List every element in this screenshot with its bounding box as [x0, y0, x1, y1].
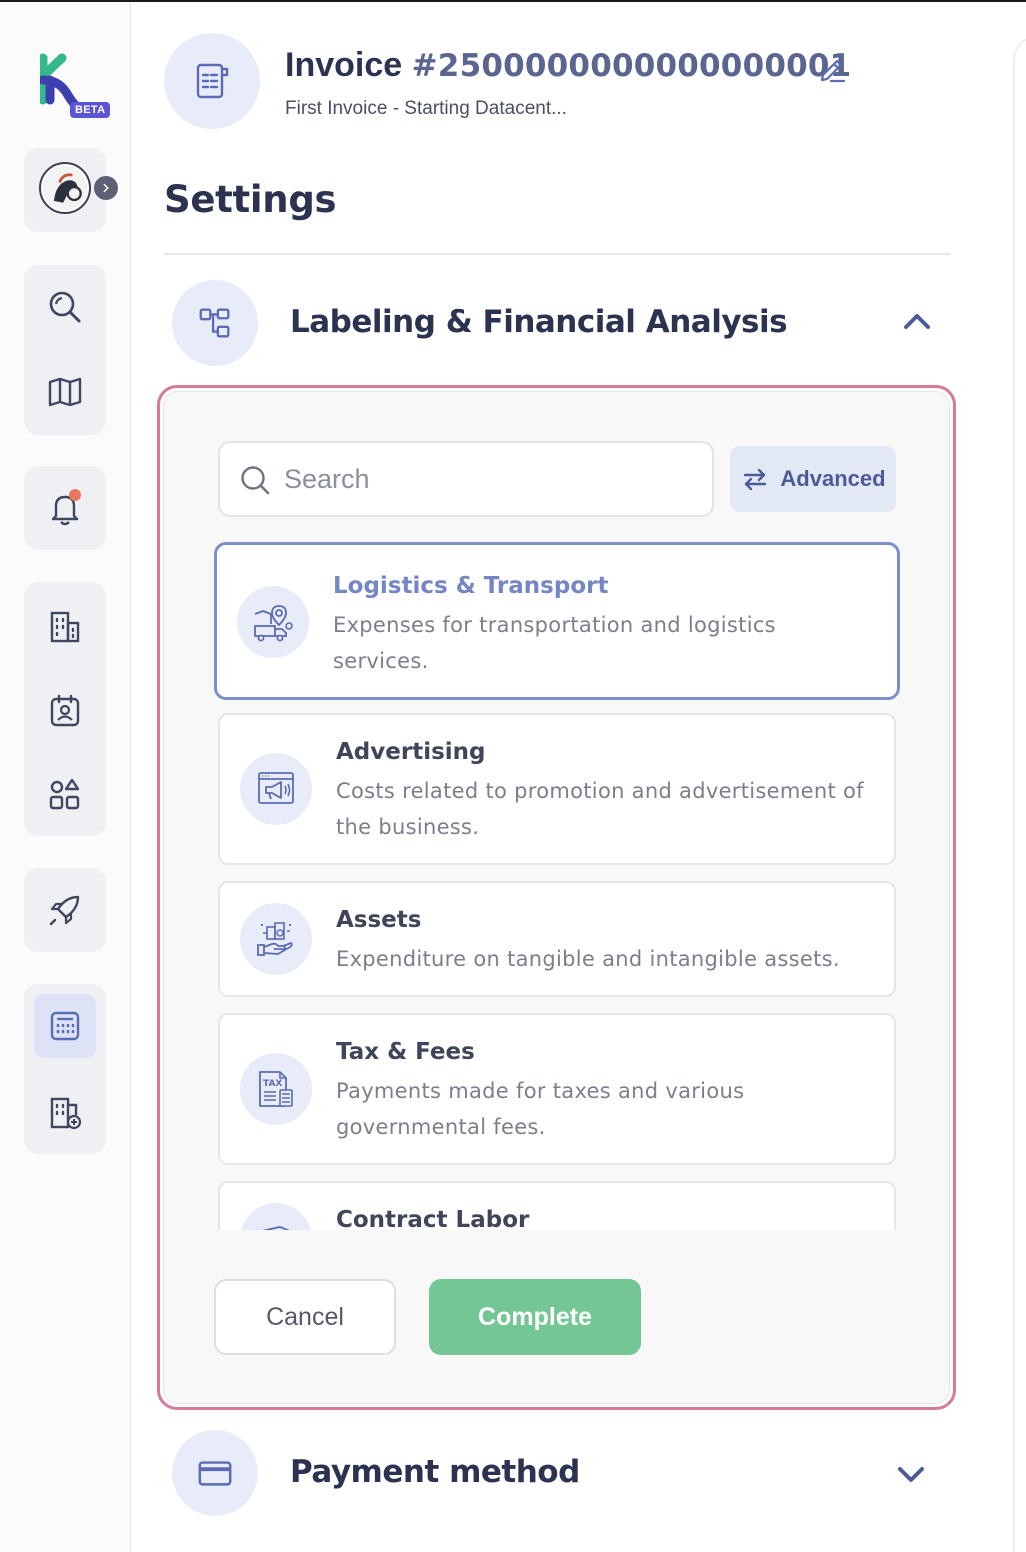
- category-description: Expenditure on tangible and intangible a…: [336, 947, 840, 971]
- avatar[interactable]: [39, 162, 91, 214]
- shapes-icon[interactable]: [43, 772, 87, 816]
- nav-group-records: [24, 582, 106, 836]
- beta-badge: BETA: [70, 102, 111, 118]
- notification-dot: [69, 489, 81, 501]
- payment-section-avatar: [172, 1430, 258, 1516]
- truck-map-icon: [254, 605, 293, 642]
- category-description: Costs related to promotion and advertise…: [336, 779, 864, 839]
- category-title: Advertising: [336, 739, 486, 765]
- hand-building-icon: [257, 922, 293, 956]
- category-title: Assets: [336, 907, 422, 933]
- payment-section-title[interactable]: Payment method: [290, 1454, 580, 1490]
- search-input[interactable]: [284, 459, 694, 499]
- chevron-down-icon[interactable]: [895, 1458, 927, 1490]
- search-icon: [241, 466, 270, 495]
- avatar-image: [42, 165, 88, 211]
- category-card-tax-fees[interactable]: TAX Tax & Fees Payments made for taxes a…: [218, 1013, 896, 1165]
- building-add-icon[interactable]: [43, 1090, 87, 1134]
- category-description: Payments made for taxes and various gove…: [336, 1079, 745, 1139]
- card-icon-container: [240, 1203, 312, 1230]
- complete-button[interactable]: Complete: [429, 1279, 641, 1355]
- category-description: Expenses for transportation and logistic…: [333, 613, 776, 673]
- book-map-icon[interactable]: [43, 369, 87, 413]
- category-card-assets[interactable]: Assets Expenditure on tangible and intan…: [218, 881, 896, 997]
- category-card-advertising[interactable]: Advertising Costs related to promotion a…: [218, 713, 896, 865]
- svg-text:TAX: TAX: [263, 1079, 282, 1089]
- sidebar: BETA: [0, 2, 131, 1552]
- category-title: Tax & Fees: [336, 1039, 475, 1065]
- contact-card-icon[interactable]: [43, 688, 87, 732]
- nav-group-notifications: [24, 466, 106, 550]
- divider: [164, 253, 950, 255]
- credit-card-icon: [198, 1461, 232, 1486]
- invoice-title-label: Invoice: [285, 46, 403, 84]
- invoice-number: #2500000000000000001: [411, 48, 852, 84]
- advanced-button[interactable]: Advanced: [730, 446, 896, 512]
- invoice-avatar: [164, 33, 260, 129]
- category-title: Contract Labor: [336, 1207, 530, 1230]
- labeling-section-avatar: [172, 280, 258, 366]
- profile-group: [24, 148, 118, 232]
- category-search: [218, 441, 714, 517]
- chevron-up-icon[interactable]: [901, 306, 933, 338]
- calculator-icon[interactable]: [34, 994, 96, 1058]
- category-title: Logistics & Transport: [333, 573, 609, 599]
- nav-group-launch: [24, 868, 106, 952]
- hierarchy-icon: [199, 308, 230, 338]
- card-icon-container: TAX: [240, 1053, 312, 1125]
- invoice-document-icon: [196, 63, 229, 99]
- category-list[interactable]: Logistics & Transport Expenses for trans…: [214, 540, 904, 1230]
- search-nav-icon[interactable]: [43, 285, 87, 329]
- tax-document-icon: TAX: [259, 1071, 293, 1107]
- side-panel-edge: [1013, 36, 1026, 1552]
- card-icon-container: [237, 586, 309, 658]
- labeling-section-title[interactable]: Labeling & Financial Analysis: [290, 304, 788, 340]
- category-card-logistics[interactable]: Logistics & Transport Expenses for trans…: [214, 542, 900, 700]
- building-icon[interactable]: [43, 604, 87, 648]
- page-title: Settings: [164, 178, 337, 221]
- window-top-border: [0, 0, 1026, 2]
- advanced-button-label: Advanced: [780, 466, 886, 491]
- edit-icon[interactable]: [817, 54, 847, 84]
- invoice-title: Invoice #2500000000000000001: [285, 46, 851, 85]
- category-card-contract-labor[interactable]: Contract Labor: [218, 1181, 896, 1230]
- nav-group-explore: [24, 265, 106, 435]
- invoice-subtitle: First Invoice - Starting Datacent...: [285, 98, 567, 119]
- rocket-icon[interactable]: [43, 888, 87, 932]
- contract-icon: [262, 1226, 290, 1230]
- card-icon-container: [240, 753, 312, 825]
- expand-chevron-icon[interactable]: [94, 176, 118, 200]
- megaphone-icon: [258, 772, 294, 804]
- nav-group-finance: [24, 984, 106, 1154]
- cancel-button[interactable]: Cancel: [214, 1279, 396, 1355]
- card-icon-container: [240, 903, 312, 975]
- swap-arrows-icon: [744, 468, 767, 491]
